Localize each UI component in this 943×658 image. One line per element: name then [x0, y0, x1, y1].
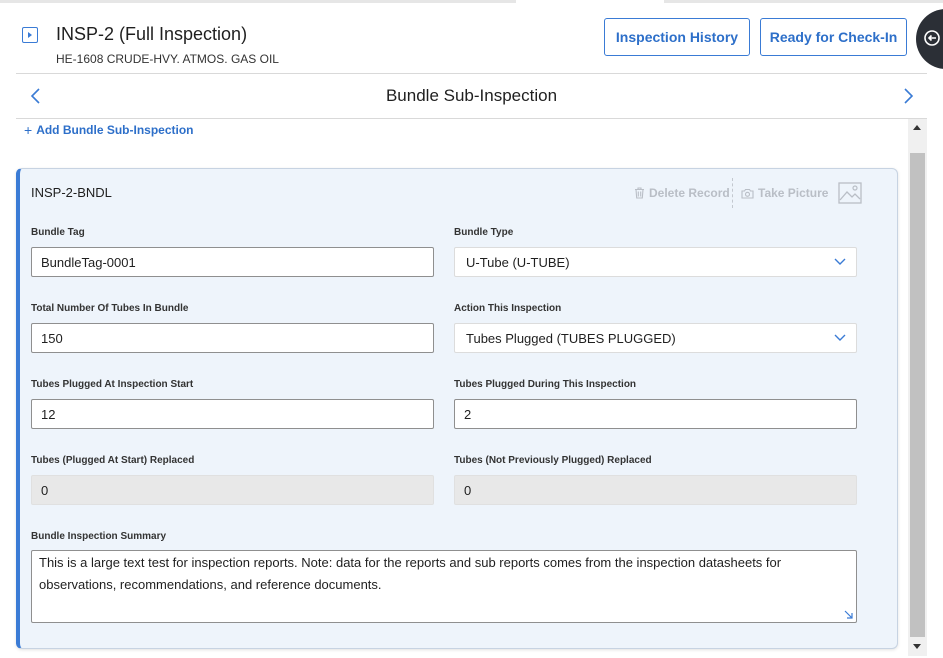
bundle-type-select[interactable]: U-Tube (U-TUBE): [454, 247, 857, 277]
scrollbar[interactable]: [908, 119, 927, 656]
section-nav: Bundle Sub-Inspection: [16, 74, 927, 118]
resize-handle-icon[interactable]: [844, 610, 853, 619]
inspection-history-button[interactable]: Inspection History: [604, 18, 750, 56]
ready-for-checkin-button[interactable]: Ready for Check-In: [760, 18, 907, 56]
delete-record-label: Delete Record: [649, 186, 730, 200]
page-subtitle: HE-1608 CRUDE-HVY. ATMOS. GAS OIL: [56, 52, 279, 66]
delete-record-button[interactable]: Delete Record: [634, 186, 730, 200]
bundle-tag-input[interactable]: BundleTag-0001: [31, 247, 434, 277]
action-select[interactable]: Tubes Plugged (TUBES PLUGGED): [454, 323, 857, 353]
record-title: INSP-2-BNDL: [31, 185, 112, 200]
plugged-during-input[interactable]: 2: [454, 399, 857, 429]
bundle-type-label: Bundle Type: [454, 227, 514, 238]
scroll-up-arrow-icon[interactable]: [913, 125, 921, 130]
plugged-start-input[interactable]: 12: [31, 399, 434, 429]
replaced-not-prev-field: 0: [454, 475, 857, 505]
plugged-start-label: Tubes Plugged At Inspection Start: [31, 379, 194, 390]
add-bundle-sub-inspection-link[interactable]: + Add Bundle Sub-Inspection: [24, 122, 194, 138]
side-panel-toggle[interactable]: [916, 9, 943, 69]
total-tubes-label: Total Number Of Tubes In Bundle: [31, 303, 189, 314]
section-title: Bundle Sub-Inspection: [385, 86, 558, 105]
page-title: INSP-2 (Full Inspection): [56, 24, 248, 44]
chevron-down-icon: [834, 334, 846, 341]
page-header: INSP-2 (Full Inspection) HE-1608 CRUDE-H…: [0, 3, 943, 73]
replaced-start-field: 0: [31, 475, 434, 505]
expand-panel-icon[interactable]: [22, 27, 38, 43]
replaced-not-prev-label: Tubes (Not Previously Plugged) Replaced: [454, 455, 652, 466]
exit-icon: [924, 30, 940, 46]
summary-textarea[interactable]: This is a large text test for inspection…: [31, 550, 857, 623]
add-link-label: Add Bundle Sub-Inspection: [36, 123, 194, 137]
chevron-down-icon: [834, 258, 846, 265]
plugged-during-label: Tubes Plugged During This Inspection: [454, 379, 637, 390]
replaced-start-label: Tubes (Plugged At Start) Replaced: [31, 455, 195, 466]
divider: [16, 118, 927, 119]
trash-icon: [635, 187, 644, 199]
scroll-thumb[interactable]: [910, 153, 925, 637]
chevron-right-icon[interactable]: [898, 86, 918, 106]
action-value: Tubes Plugged (TUBES PLUGGED): [466, 330, 676, 346]
summary-text: This is a large text test for inspection…: [39, 555, 782, 592]
summary-label: Bundle Inspection Summary: [31, 531, 167, 542]
plus-icon: +: [24, 122, 33, 138]
bundle-record-card: INSP-2-BNDL Delete Record Take Picture B…: [16, 168, 898, 649]
bundle-type-value: U-Tube (U-TUBE): [466, 254, 570, 270]
take-picture-button[interactable]: Take Picture: [741, 186, 828, 200]
action-separator: [732, 178, 733, 208]
total-tubes-input[interactable]: 150: [31, 323, 434, 353]
camera-icon: [741, 188, 754, 199]
image-gallery-icon[interactable]: [838, 182, 862, 204]
scroll-down-arrow-icon[interactable]: [913, 644, 921, 649]
action-label: Action This Inspection: [454, 303, 562, 314]
take-picture-label: Take Picture: [758, 186, 829, 200]
bundle-tag-label: Bundle Tag: [31, 227, 85, 238]
